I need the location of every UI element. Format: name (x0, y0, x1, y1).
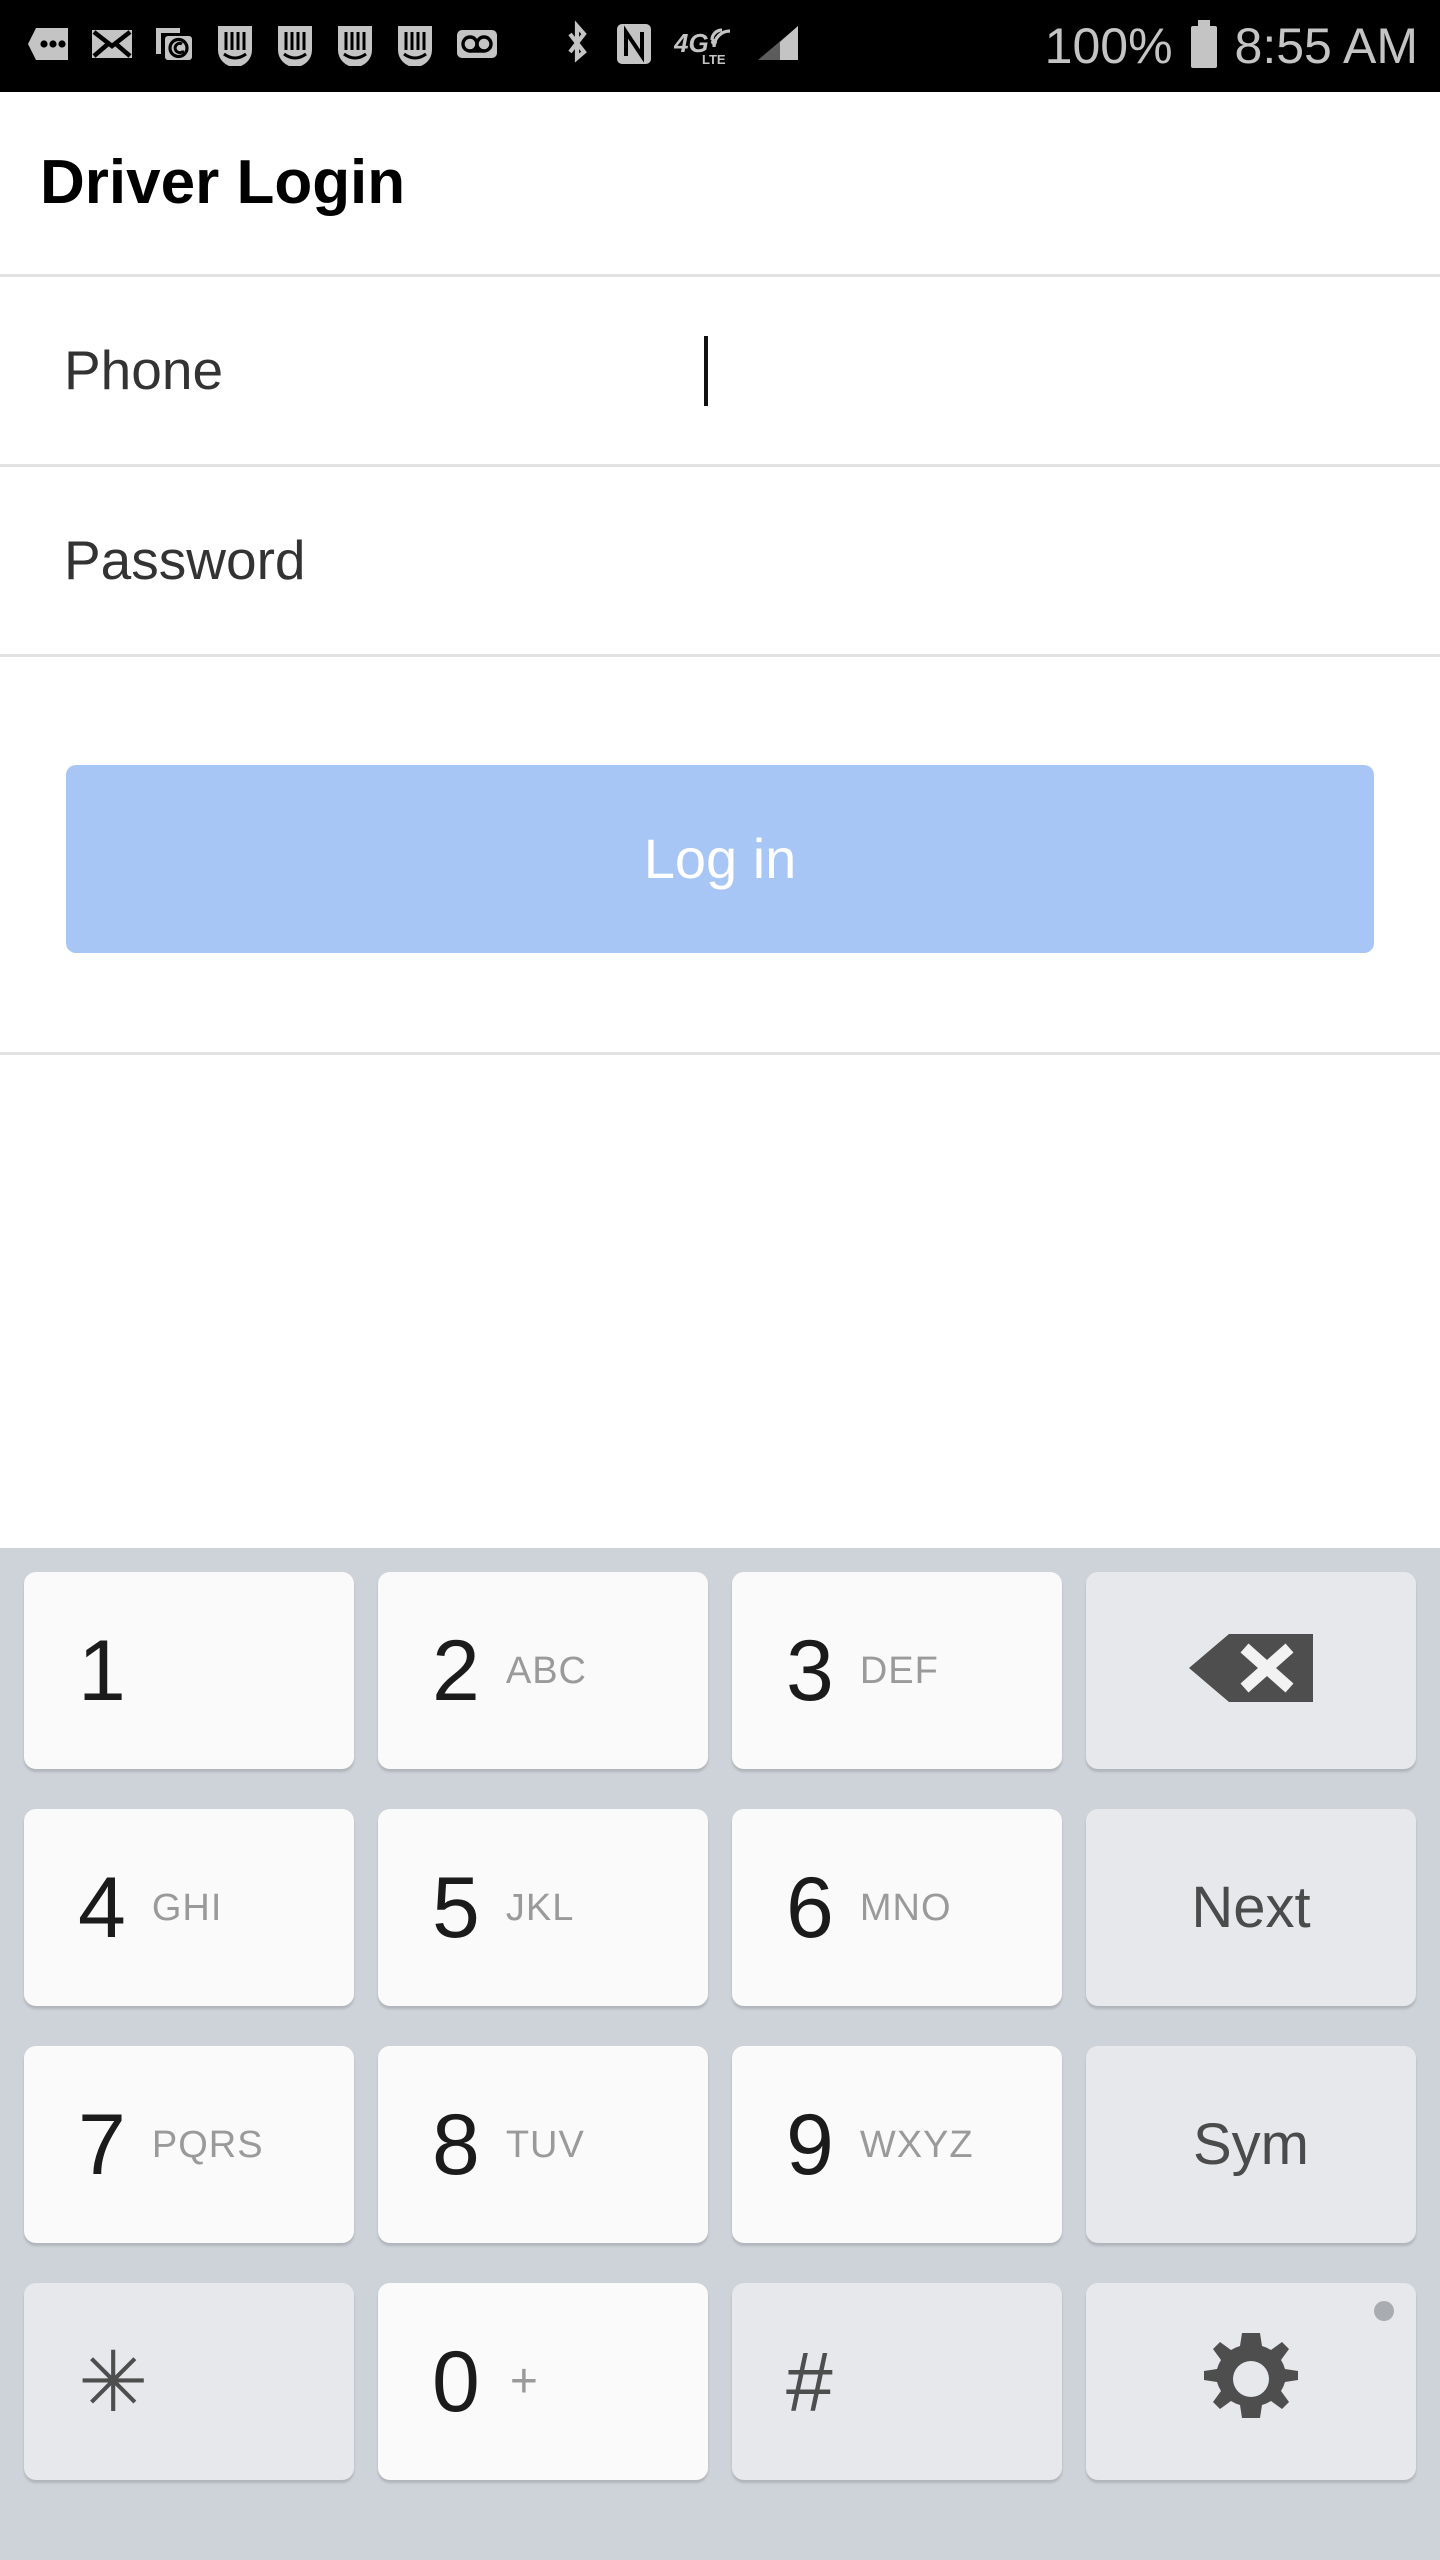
key-digit-label: 8 (432, 2096, 480, 2193)
key-2[interactable]: 2 ABC (378, 1572, 708, 1769)
next-key-label: Next (1191, 1874, 1311, 1940)
key-letters-label: DEF (859, 1649, 939, 1692)
screenshot-capture-icon (152, 24, 196, 69)
login-button[interactable]: Log in (66, 765, 1374, 953)
status-bar-system-indicators: 100% 8:55 AM (1045, 18, 1418, 75)
password-field-label: Password (64, 529, 306, 591)
key-digit-label: 7 (78, 2096, 126, 2193)
backspace-key[interactable] (1086, 1572, 1416, 1769)
sim-card-icon-3 (334, 22, 376, 71)
numeric-keyboard: 1 2 ABC 3 DEF 4 GHI 5 JKL 6 MNO Next 7 P… (0, 1548, 1440, 2560)
empty-content-area (0, 1058, 1440, 1548)
password-field-row[interactable]: Password (0, 467, 1440, 657)
key-letters-label: JKL (505, 1886, 575, 1929)
key-5[interactable]: 5 JKL (378, 1809, 708, 2006)
asterisk-glyph: ✳ (78, 2334, 149, 2429)
more-messages-icon (26, 24, 72, 69)
sim-card-icon-2 (274, 22, 316, 71)
key-8[interactable]: 8 TUV (378, 2046, 708, 2243)
key-digit-label: 5 (432, 1859, 480, 1956)
app-header: Driver Login (0, 92, 1440, 277)
key-digit-label: 9 (786, 2096, 834, 2193)
svg-text:LTE: LTE (702, 52, 726, 67)
key-9[interactable]: 9 WXYZ (732, 2046, 1062, 2243)
battery-percent-label: 100% (1044, 18, 1173, 74)
gear-icon (1199, 2327, 1303, 2436)
key-digit-label: 0 (432, 2333, 480, 2430)
keyboard-row: 1 2 ABC 3 DEF (24, 1572, 1416, 1769)
hash-key[interactable]: # (732, 2283, 1062, 2480)
asterisk-key[interactable]: ✳ (24, 2283, 354, 2480)
signal-bars-icon (754, 22, 804, 71)
keyboard-row: 7 PQRS 8 TUV 9 WXYZ Sym (24, 2046, 1416, 2243)
sim-card-icon-4 (394, 22, 436, 71)
key-letters-label: MNO (859, 1886, 952, 1929)
key-digit-label: 1 (78, 1622, 126, 1719)
key-letters-label: GHI (151, 1886, 223, 1929)
keyboard-settings-key[interactable] (1086, 2283, 1416, 2480)
key-digit-label: 2 (432, 1622, 480, 1719)
key-digit-label: 4 (78, 1859, 126, 1956)
page-title: Driver Login (40, 148, 406, 217)
text-caret (704, 335, 709, 406)
key-1[interactable]: 1 (24, 1572, 354, 1769)
phone-field-row[interactable]: Phone (0, 277, 1440, 467)
voicemail-icon (454, 24, 500, 69)
phone-field-label: Phone (64, 339, 224, 401)
next-key[interactable]: Next (1086, 1809, 1416, 2006)
clock-label: 8:55 AM (1234, 18, 1418, 74)
sim-card-icon-1 (214, 22, 256, 71)
battery-icon (1187, 18, 1221, 75)
key-6[interactable]: 6 MNO (732, 1809, 1062, 2006)
email-icon (90, 24, 134, 69)
key-letters-label: ABC (505, 1649, 587, 1692)
password-input[interactable] (305, 467, 1440, 654)
plus-glyph: + (509, 2354, 538, 2408)
hash-glyph: # (786, 2334, 833, 2429)
status-bar: 4G LTE 100% 8:55 AM (0, 0, 1440, 92)
backspace-icon (1185, 1628, 1317, 1713)
status-bar-notification-icons: 4G LTE (26, 19, 1045, 73)
key-digit-label: 6 (786, 1859, 834, 1956)
key-4[interactable]: 4 GHI (24, 1809, 354, 2006)
sym-key-label: Sym (1193, 2111, 1309, 2177)
key-letters-label: PQRS (151, 2123, 264, 2166)
bluetooth-icon (560, 19, 594, 73)
key-7[interactable]: 7 PQRS (24, 2046, 354, 2243)
keyboard-row: 4 GHI 5 JKL 6 MNO Next (24, 1809, 1416, 2006)
nfc-icon (612, 20, 656, 73)
sym-key[interactable]: Sym (1086, 2046, 1416, 2243)
login-button-section: Log in (0, 657, 1440, 1055)
key-0[interactable]: 0 + (378, 2283, 708, 2480)
key-3[interactable]: 3 DEF (732, 1572, 1062, 1769)
keyboard-row: ✳ 0 + # (24, 2283, 1416, 2480)
key-letters-label: TUV (505, 2123, 585, 2166)
key-letters-label: WXYZ (859, 2123, 974, 2166)
phone-input[interactable] (223, 277, 1440, 464)
key-digit-label: 3 (786, 1622, 834, 1719)
network-4g-lte-icon: 4G LTE (673, 20, 736, 73)
